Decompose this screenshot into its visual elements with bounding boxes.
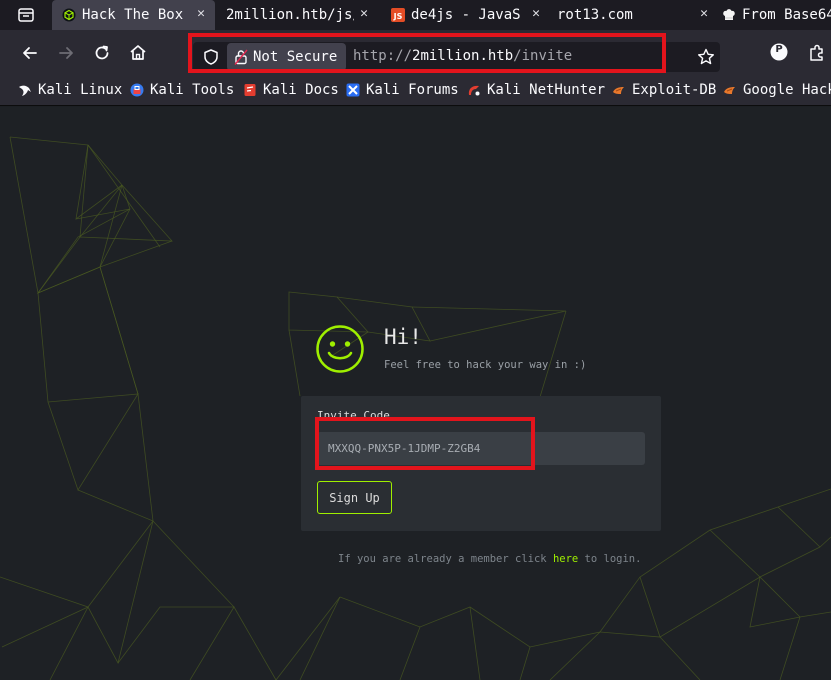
tab-list-icon xyxy=(18,8,34,22)
kali-tools-icon xyxy=(130,83,144,97)
smiley-face-icon xyxy=(316,325,364,373)
close-tab-icon[interactable]: ✕ xyxy=(700,6,708,21)
google-hacking-icon xyxy=(724,87,735,94)
star-icon xyxy=(698,48,714,65)
login-prompt: If you are already a member click here t… xyxy=(338,553,641,565)
tab-title: 2million.htb/js/ xyxy=(226,7,354,23)
tab-de4js[interactable]: JS de4js - JavaS ✕ xyxy=(391,0,546,30)
bookmark-label: Google Hack xyxy=(743,82,831,98)
close-tab-icon[interactable]: ✕ xyxy=(360,6,368,21)
login-suffix-text: to login. xyxy=(578,553,642,565)
profile-initial: P xyxy=(775,44,783,55)
bookmark-exploit-db[interactable]: Exploit-DB xyxy=(612,82,716,98)
htb-cube-icon xyxy=(62,8,76,22)
page-viewport: Hi! Feel free to hack your way in :) Inv… xyxy=(0,107,831,680)
tab-title: rot13.com xyxy=(557,7,633,23)
login-prefix-text: If you are already a member click xyxy=(338,553,553,565)
puzzle-piece-icon xyxy=(810,44,823,61)
tab-title: From Base64 xyxy=(742,7,831,23)
reload-icon xyxy=(95,45,109,60)
bookmark-label: Kali Docs xyxy=(263,82,339,98)
kali-dragon-icon xyxy=(19,85,31,96)
tab-from-base64[interactable]: From Base64 xyxy=(722,0,831,30)
js-icon: JS xyxy=(391,8,405,22)
forward-button[interactable] xyxy=(55,42,77,64)
bookmark-label: Kali Forums xyxy=(366,82,459,98)
forward-arrow-icon xyxy=(59,47,73,59)
exploit-db-icon xyxy=(613,87,624,94)
page-subtitle: Feel free to hack your way in :) xyxy=(384,359,587,371)
kali-forums-icon xyxy=(346,83,360,97)
tab-hack-the-box[interactable]: Hack The Box ✕ xyxy=(52,0,215,30)
home-icon xyxy=(130,45,146,60)
extensions-button[interactable] xyxy=(806,42,828,64)
sign-up-button[interactable]: Sign Up xyxy=(317,481,392,514)
bookmark-label: Kali NetHunter xyxy=(487,82,606,98)
bookmark-label: Kali Linux xyxy=(38,82,123,98)
bookmarks-toolbar: Kali Linux Kali Tools Kali Docs Kali For… xyxy=(0,76,831,106)
bookmark-label: Exploit-DB xyxy=(632,82,717,98)
bookmark-kali-forums[interactable]: Kali Forums xyxy=(346,82,459,98)
tab-strip: Hack The Box ✕ 2million.htb/js/ ✕ JS de4… xyxy=(0,0,831,30)
back-arrow-icon xyxy=(23,47,37,59)
invite-code-highlight-box xyxy=(315,417,535,470)
tab-title: Hack The Box xyxy=(82,7,184,23)
bookmark-kali-tools[interactable]: Kali Tools xyxy=(130,82,234,98)
bookmark-kali-nethunter[interactable]: Kali NetHunter xyxy=(467,82,605,98)
page-title: Hi! xyxy=(384,325,422,349)
smiley-logo xyxy=(315,324,365,378)
bookmark-google-hacking[interactable]: Google Hack xyxy=(723,82,831,98)
home-button[interactable] xyxy=(127,42,149,64)
nethunter-icon xyxy=(468,85,480,96)
tab-2million-js[interactable]: 2million.htb/js/ ✕ xyxy=(226,0,381,30)
login-link[interactable]: here xyxy=(553,553,578,565)
bookmark-label: Kali Tools xyxy=(150,82,235,98)
profile-avatar[interactable]: P xyxy=(769,42,789,62)
address-highlight-box xyxy=(188,33,666,73)
chef-hat-icon xyxy=(723,9,735,20)
close-tab-icon[interactable]: ✕ xyxy=(197,6,205,21)
bookmark-kali-linux[interactable]: Kali Linux xyxy=(18,82,122,98)
svg-text:JS: JS xyxy=(393,12,403,21)
tab-title: de4js - JavaS xyxy=(411,7,521,23)
close-tab-icon[interactable]: ✕ xyxy=(532,6,540,21)
network-background xyxy=(0,136,831,680)
reload-button[interactable] xyxy=(91,42,113,64)
tab-rot13[interactable]: rot13.com ✕ xyxy=(557,0,710,30)
bookmark-star-button[interactable] xyxy=(696,47,716,67)
tab-overview-button[interactable] xyxy=(17,6,35,24)
back-button[interactable] xyxy=(19,42,41,64)
kali-docs-icon xyxy=(244,84,256,96)
bookmark-kali-docs[interactable]: Kali Docs xyxy=(243,82,339,98)
